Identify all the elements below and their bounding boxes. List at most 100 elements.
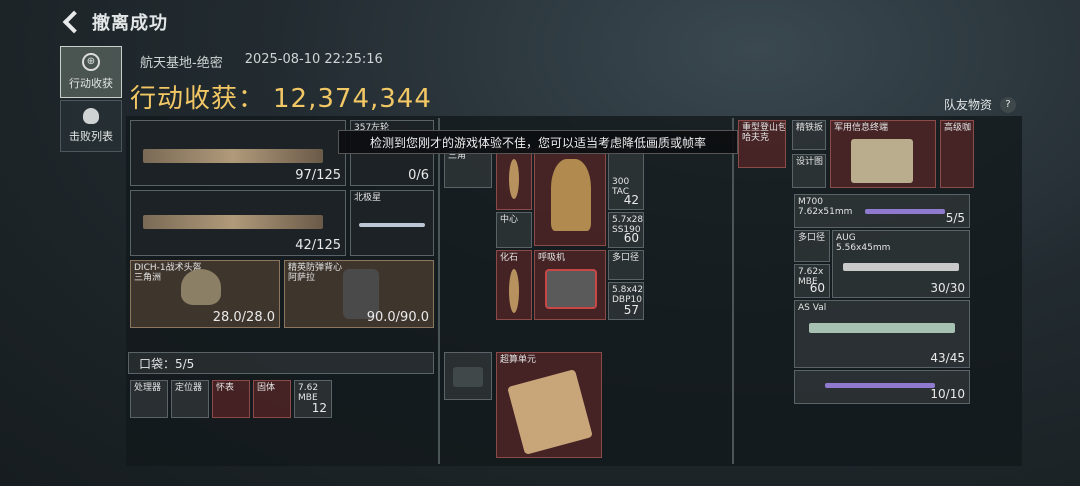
supercomputer-icon bbox=[507, 369, 593, 455]
total-value-row: 行动收获： 12,374,344 bbox=[130, 78, 440, 115]
skull-icon bbox=[83, 108, 99, 124]
item-label: AUG 5.56x45mm bbox=[836, 233, 891, 254]
raid-datetime: 2025-08-10 22:25:16 bbox=[244, 52, 383, 67]
slot-secondary-weapon[interactable]: 42/125 bbox=[130, 190, 346, 256]
right-item[interactable]: AS Val 43/45 bbox=[794, 300, 970, 368]
game-screen: 撤离成功 ⊕ 行动收获 击败列表 航天基地-绝密 2025-08-10 22:2… bbox=[0, 0, 1080, 486]
right-item[interactable]: 军用信息终端 bbox=[830, 120, 936, 188]
page-title: 撤离成功 bbox=[92, 13, 168, 34]
help-icon[interactable]: ? bbox=[1000, 96, 1017, 113]
pocket-header: 口袋：5/5 bbox=[128, 352, 434, 374]
item-label: AS Val bbox=[798, 303, 827, 313]
right-item[interactable]: M700 7.62x51mm 5/5 bbox=[794, 194, 970, 228]
terminal-icon bbox=[851, 139, 913, 183]
item-count: 60 bbox=[809, 281, 825, 295]
backpack-item[interactable]: 300 TAC 42 bbox=[608, 148, 644, 210]
item-label: 设计图 bbox=[796, 157, 824, 167]
right-item[interactable]: 高级咖 bbox=[940, 120, 974, 188]
backpack-item[interactable]: 化石 bbox=[496, 250, 532, 320]
item-count: 57 bbox=[623, 303, 639, 317]
rifle-icon bbox=[809, 323, 955, 333]
backpack-item[interactable]: 三角 bbox=[444, 148, 492, 188]
pocket-label: 口袋：5/5 bbox=[139, 356, 195, 371]
item-label: 北极星 bbox=[354, 193, 382, 203]
right-item[interactable]: 多口径 bbox=[794, 230, 830, 262]
total-label: 行动收获： bbox=[130, 84, 266, 114]
pocket-item[interactable]: 7.62 MBE 12 bbox=[294, 380, 332, 418]
loot-icon: ⊕ bbox=[82, 53, 100, 71]
bust-icon bbox=[551, 159, 591, 231]
item-count: 60 bbox=[623, 231, 639, 245]
backpack-item[interactable] bbox=[534, 148, 606, 246]
item-label: 中心 bbox=[500, 215, 519, 225]
right-item[interactable]: AUG 5.56x45mm 30/30 bbox=[832, 230, 970, 298]
item-label: 精英防弹背心 阿萨拉 bbox=[288, 263, 343, 284]
slot-helmet[interactable]: DICH-1战术头盔 三角洲 28.0/28.0 bbox=[130, 260, 280, 328]
item-count: 30/30 bbox=[930, 281, 965, 295]
item-label: 处理器 bbox=[134, 383, 162, 393]
total-value: 12,374,344 bbox=[273, 84, 432, 114]
claw-icon bbox=[509, 159, 519, 199]
header-bar: 撤离成功 bbox=[62, 8, 168, 36]
backpack-item[interactable] bbox=[444, 352, 492, 400]
tab-kills[interactable]: 击败列表 bbox=[60, 100, 122, 152]
device-icon bbox=[453, 367, 483, 387]
knife-icon bbox=[359, 223, 425, 227]
machine-gun-icon bbox=[143, 215, 323, 229]
ammo-count: 97/125 bbox=[295, 168, 341, 183]
ammo-count: 42/125 bbox=[295, 238, 341, 253]
back-arrow-icon[interactable] bbox=[62, 10, 86, 34]
tab-label: 行动收获 bbox=[69, 77, 113, 90]
raid-meta: 航天基地-绝密 2025-08-10 22:25:16 bbox=[140, 52, 383, 71]
pocket-item[interactable]: 怀表 bbox=[212, 380, 250, 418]
item-label: 高级咖 bbox=[944, 123, 972, 133]
item-label: 怀表 bbox=[216, 383, 235, 393]
item-label: 重型登山包 哈夫克 bbox=[742, 123, 786, 144]
pocket-item[interactable]: 定位器 bbox=[171, 380, 209, 418]
item-count: 42 bbox=[623, 193, 639, 207]
sniper-rifle-icon bbox=[825, 383, 935, 388]
right-item[interactable]: 7.62x MBE 60 bbox=[794, 264, 830, 298]
teammates-button[interactable]: 队友物资 ? bbox=[944, 96, 1017, 113]
right-item[interactable]: 设计图 bbox=[792, 154, 826, 188]
slot-vest[interactable]: 精英防弹背心 阿萨拉 90.0/90.0 bbox=[284, 260, 434, 328]
tab-label: 击败列表 bbox=[69, 130, 113, 143]
backpack-item[interactable]: 5.7x28 SS190 60 bbox=[608, 212, 644, 248]
item-label: 军用信息终端 bbox=[834, 123, 889, 133]
item-label: 多口径 bbox=[798, 233, 826, 243]
item-label: 精铁扳 bbox=[796, 123, 824, 133]
right-item[interactable]: 10/10 bbox=[794, 370, 970, 404]
item-label: 呼吸机 bbox=[538, 253, 566, 263]
durability: 90.0/90.0 bbox=[366, 310, 429, 325]
tab-loot[interactable]: ⊕ 行动收获 bbox=[60, 46, 122, 98]
item-count: 43/45 bbox=[930, 351, 965, 365]
pocket-item[interactable]: 处理器 bbox=[130, 380, 168, 418]
durability: 28.0/28.0 bbox=[212, 310, 275, 325]
backpack-item[interactable]: 多口径 bbox=[608, 250, 644, 280]
claw-icon bbox=[509, 269, 519, 313]
backpack-item[interactable]: 超算单元 bbox=[496, 352, 602, 458]
slot-primary-weapon[interactable]: 97/125 bbox=[130, 120, 346, 186]
item-label: 多口径 bbox=[612, 253, 640, 263]
pocket-item[interactable]: 固体 bbox=[253, 380, 291, 418]
item-label: 超算单元 bbox=[500, 355, 537, 365]
machine-gun-icon bbox=[143, 149, 323, 163]
backpack-item[interactable]: 中心 bbox=[496, 212, 532, 248]
backpack-item[interactable]: 5.8x42 DBP10 57 bbox=[608, 282, 644, 320]
item-label: 定位器 bbox=[175, 383, 203, 393]
sniper-rifle-icon bbox=[865, 209, 945, 214]
backpack-item[interactable]: 呼吸机 bbox=[534, 250, 606, 320]
item-label: 固体 bbox=[257, 383, 276, 393]
item-count: 5/5 bbox=[945, 211, 965, 225]
map-name: 航天基地-绝密 bbox=[140, 56, 223, 71]
item-count: 12 bbox=[311, 401, 327, 415]
respirator-icon bbox=[545, 269, 597, 309]
item-label: M700 7.62x51mm bbox=[798, 197, 853, 218]
rifle-icon bbox=[843, 263, 959, 271]
teammates-label: 队友物资 bbox=[944, 98, 993, 112]
right-item[interactable]: 重型登山包 哈夫克 bbox=[738, 120, 786, 168]
slot-melee[interactable]: 北极星 bbox=[350, 190, 434, 256]
divider bbox=[438, 118, 440, 464]
right-item[interactable]: 精铁扳 bbox=[792, 120, 826, 150]
backpack-item[interactable] bbox=[496, 148, 532, 210]
